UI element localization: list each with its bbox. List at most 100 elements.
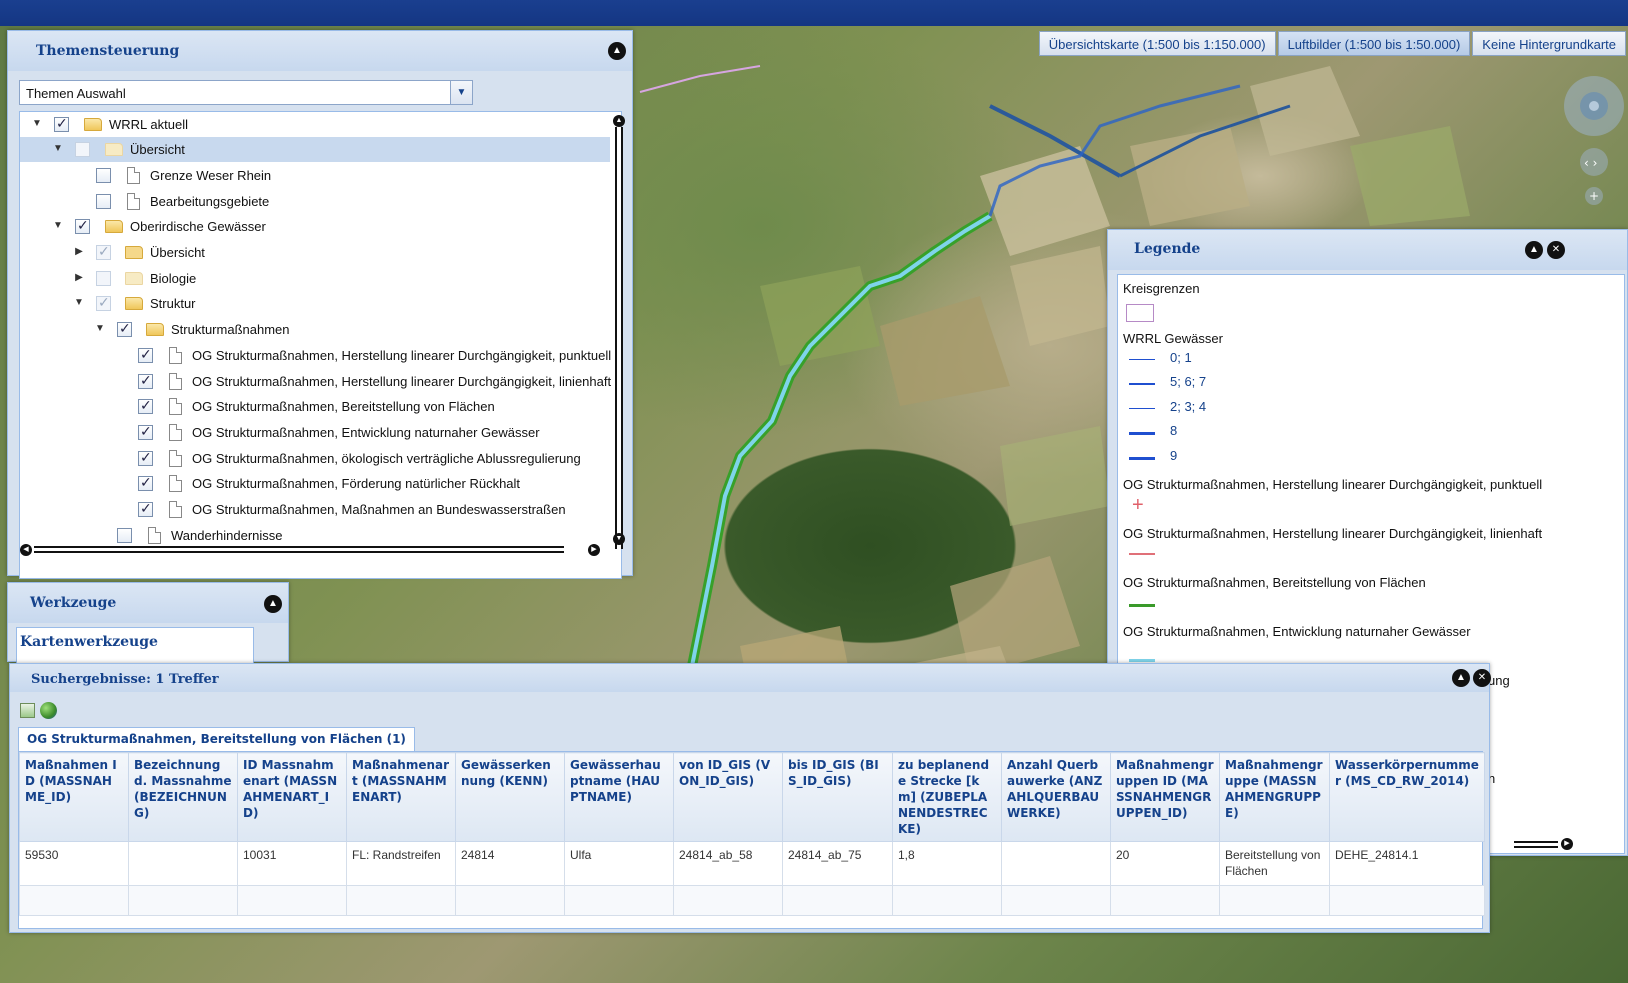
wrrl-class-label: 5; 6; 7 — [1170, 374, 1207, 389]
export-table-icon[interactable] — [20, 703, 35, 718]
table-header-row: Maßnahmen ID (MASSNAHME_ID) Bezeichnung … — [19, 752, 1485, 842]
tree-node-oberirdische-gewaesser[interactable]: ▼ Oberirdische Gewässer — [20, 214, 610, 239]
themen-auswahl-select[interactable]: Themen Auswahl ▼ — [19, 80, 473, 105]
scroll-track[interactable] — [615, 127, 623, 549]
tree-node-label: Biologie — [150, 271, 197, 286]
wrrl-line-swatch — [1129, 359, 1155, 360]
table-cell: 24814_ab_75 — [782, 841, 893, 886]
layer-checkbox[interactable] — [54, 115, 69, 132]
document-icon — [169, 347, 182, 364]
expand-icon[interactable]: ▶ — [73, 272, 85, 284]
folder-icon — [125, 272, 143, 285]
tree-node-og-uebersicht[interactable]: ▶ Übersicht — [20, 240, 610, 265]
column-header[interactable]: Anzahl Querbauwerke (ANZAHLQUERBAUWERKE) — [1001, 752, 1111, 842]
column-header[interactable]: ID Massnahmenart (MASSNAHMENART_ID) — [237, 752, 347, 842]
tree-vertical-scrollbar[interactable]: ▲ ▼ — [612, 115, 626, 567]
layer-checkbox[interactable] — [96, 271, 111, 286]
tree-node-uebersicht[interactable]: ▼ Übersicht — [20, 137, 610, 162]
column-header[interactable]: Maßnahmenart (MASSNAHMENART) — [346, 752, 456, 842]
layer-checkbox[interactable] — [117, 528, 132, 543]
tree-node-label: Wanderhindernisse — [171, 528, 283, 543]
basemap-uebersicht-button[interactable]: Übersichtskarte (1:500 bis 1:150.000) — [1038, 31, 1276, 56]
tree-node-biologie[interactable]: ▶ Biologie — [20, 266, 610, 291]
column-header[interactable]: Bezeichnung d. Massnahme (BEZEICHNUNG) — [128, 752, 238, 842]
basemap-luftbilder-button[interactable]: Luftbilder (1:500 bis 1:50.000) — [1277, 31, 1471, 56]
layer-checkbox[interactable] — [75, 217, 90, 234]
layer-checkbox[interactable] — [138, 474, 153, 491]
layer-checkbox[interactable] — [138, 500, 153, 517]
column-header[interactable]: von ID_GIS (VON_ID_GIS) — [673, 752, 783, 842]
tree-node-og-naturnah[interactable]: OG Strukturmaßnahmen, Entwicklung naturn… — [20, 420, 610, 445]
layer-checkbox[interactable] — [138, 397, 153, 414]
chevron-down-icon[interactable]: ▼ — [450, 81, 472, 104]
map-navigation-control[interactable]: ‹ › + — [1558, 74, 1628, 234]
folder-open-icon — [125, 297, 143, 310]
column-header[interactable]: Maßnahmen ID (MASSNAHME_ID) — [19, 752, 129, 842]
tree-node-wrrl-aktuell[interactable]: ▼ WRRL aktuell — [20, 112, 610, 137]
tree-node-grenze-weser-rhein[interactable]: Grenze Weser Rhein — [20, 163, 610, 188]
scroll-down-icon[interactable]: ▼ — [613, 533, 625, 545]
expand-icon[interactable]: ▼ — [73, 297, 85, 309]
tree-node-strukturmassnahmen[interactable]: ▼ Strukturmaßnahmen — [20, 317, 610, 342]
column-header[interactable]: Maßnahmengruppe (MASSNAHMENGRUPPE) — [1219, 752, 1330, 842]
layer-checkbox[interactable] — [75, 142, 90, 157]
tree-node-og-bundeswasserstrassen[interactable]: OG Strukturmaßnahmen, Maßnahmen an Bunde… — [20, 497, 610, 522]
scroll-left-icon[interactable]: ◀ — [20, 544, 32, 556]
column-header[interactable]: Gewässerkennung (KENN) — [455, 752, 565, 842]
expand-icon[interactable]: ▶ — [73, 246, 85, 258]
tree-node-label: Übersicht — [150, 245, 205, 260]
collapse-icon[interactable]: ▲ — [264, 595, 282, 613]
layer-checkbox[interactable] — [96, 294, 111, 311]
result-tab[interactable]: OG Strukturmaßnahmen, Bereitstellung von… — [18, 727, 415, 751]
collapse-icon[interactable]: ▲ — [1525, 241, 1543, 259]
tree-node-og-rueckhalt[interactable]: OG Strukturmaßnahmen, Förderung natürlic… — [20, 471, 610, 496]
tree-node-label: Struktur — [150, 296, 196, 311]
wrrl-class-label: 2; 3; 4 — [1170, 399, 1207, 414]
document-icon — [169, 373, 182, 390]
tree-node-og-punktuell[interactable]: OG Strukturmaßnahmen, Herstellung linear… — [20, 343, 611, 368]
tree-node-label: WRRL aktuell — [109, 117, 188, 132]
layer-checkbox[interactable] — [96, 243, 111, 260]
tree-node-struktur[interactable]: ▼ Struktur — [20, 291, 610, 316]
expand-icon[interactable]: ▼ — [94, 323, 106, 335]
scroll-track[interactable] — [34, 546, 564, 553]
table-row[interactable]: 59530 10031 FL: Randstreifen 24814 Ulfa … — [19, 841, 1485, 886]
zoom-to-result-icon[interactable] — [40, 702, 57, 719]
column-header[interactable]: zu beplanende Strecke [km] (ZUBEPLANENDE… — [892, 752, 1002, 842]
collapse-icon[interactable]: ▲ — [608, 42, 626, 60]
scroll-up-icon[interactable]: ▲ — [613, 115, 625, 127]
document-icon — [169, 475, 182, 492]
layer-checkbox[interactable] — [96, 194, 111, 209]
close-icon[interactable]: ✕ — [1473, 669, 1491, 687]
svg-text:‹ ›: ‹ › — [1584, 156, 1597, 170]
close-icon[interactable]: ✕ — [1547, 241, 1565, 259]
layer-checkbox[interactable] — [138, 449, 153, 466]
tree-node-og-linienhaft[interactable]: OG Strukturmaßnahmen, Herstellung linear… — [20, 369, 611, 394]
folder-open-icon — [146, 323, 164, 336]
column-header[interactable]: Gewässerhauptname (HAUPTNAME) — [564, 752, 674, 842]
linienhaft-line-swatch — [1129, 553, 1155, 555]
tree-node-label: OG Strukturmaßnahmen, ökologisch verträg… — [192, 451, 581, 466]
legend-hscroll-track[interactable] — [1514, 841, 1558, 848]
basemap-none-button[interactable]: Keine Hintergrundkarte — [1472, 31, 1626, 56]
column-header[interactable]: bis ID_GIS (BIS_ID_GIS) — [782, 752, 893, 842]
tree-node-og-flaechen[interactable]: OG Strukturmaßnahmen, Bereitstellung von… — [20, 394, 610, 419]
tree-horizontal-scrollbar[interactable]: ◀ ▶ — [20, 543, 600, 557]
collapse-icon[interactable]: ▲ — [1452, 669, 1470, 687]
layer-checkbox[interactable] — [138, 346, 153, 363]
layer-checkbox[interactable] — [138, 423, 153, 440]
column-header[interactable]: Wasserkörpernummer (MS_CD_RW_2014) — [1329, 752, 1485, 842]
expand-icon[interactable]: ▼ — [52, 220, 64, 232]
layer-checkbox[interactable] — [96, 168, 111, 183]
expand-icon[interactable]: ▼ — [52, 143, 64, 155]
svg-text:+: + — [1589, 189, 1599, 203]
column-header[interactable]: Maßnahmengruppen ID (MASSNAHMENGRUPPEN_I… — [1110, 752, 1220, 842]
layer-checkbox[interactable] — [138, 372, 153, 389]
tree-node-bearbeitungsgebiete[interactable]: Bearbeitungsgebiete — [20, 189, 610, 214]
tree-node-og-abflussregulierung[interactable]: OG Strukturmaßnahmen, ökologisch verträg… — [20, 446, 610, 471]
scroll-right-icon[interactable]: ▶ — [1561, 838, 1573, 850]
document-icon — [169, 424, 182, 441]
scroll-right-icon[interactable]: ▶ — [588, 544, 600, 556]
expand-icon[interactable]: ▼ — [31, 118, 43, 130]
layer-checkbox[interactable] — [117, 320, 132, 337]
